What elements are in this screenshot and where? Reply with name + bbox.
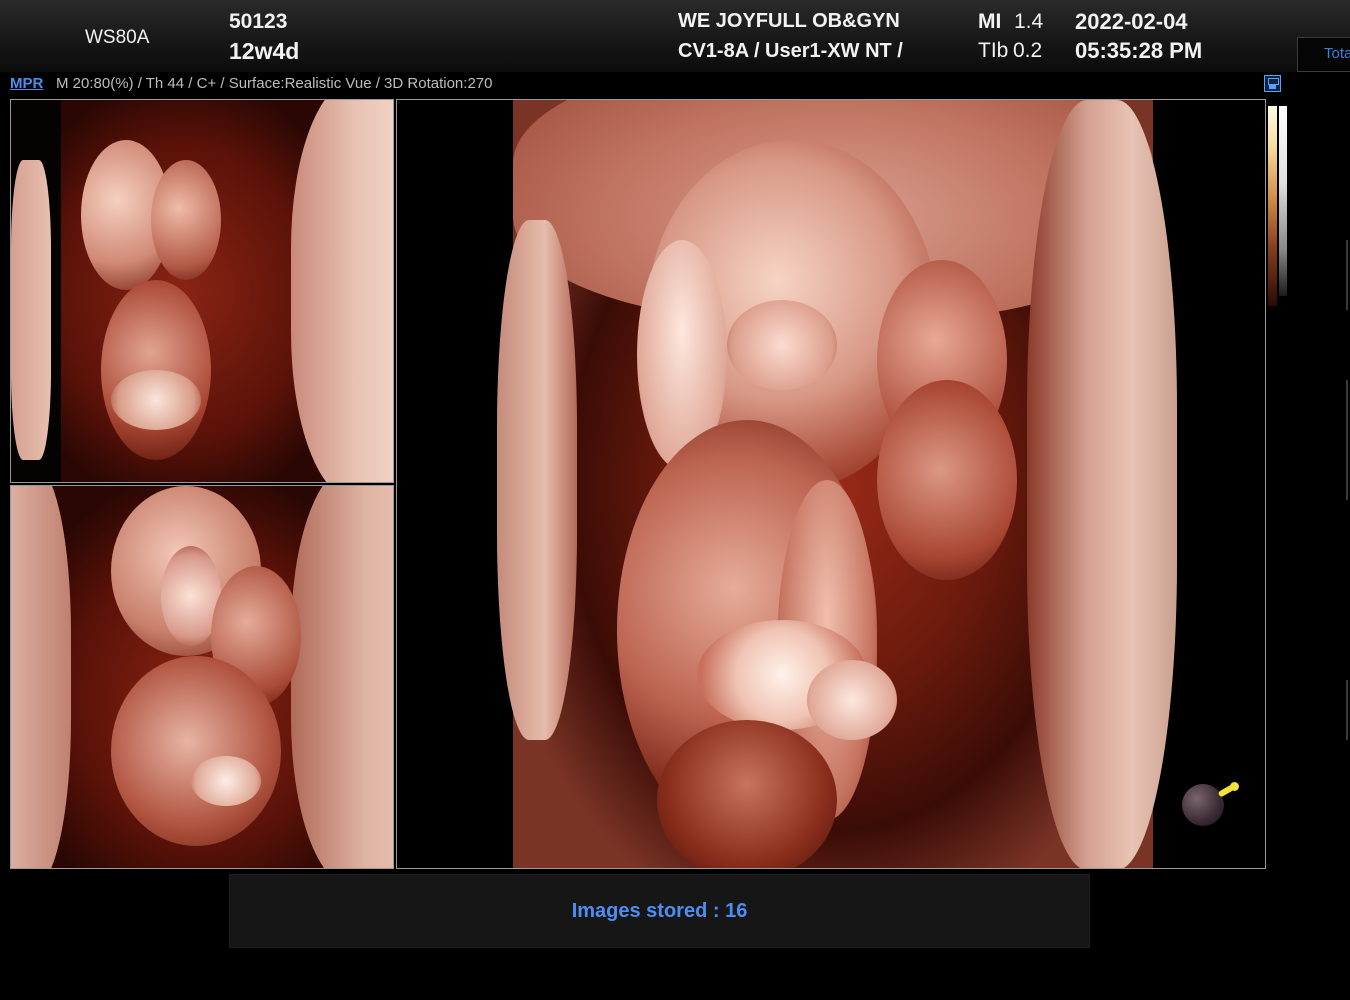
images-stored-message: Images stored : 16 <box>571 900 748 922</box>
render-params: M 20:80(%) / Th 44 / C+ / Surface:Realis… <box>56 75 493 92</box>
right-edge-scroll <box>1346 380 1348 500</box>
mpr-view-top-left[interactable] <box>10 99 394 483</box>
mpr-mode-link[interactable]: MPR <box>10 75 43 92</box>
mpr-view-bottom-left[interactable] <box>10 485 394 869</box>
probe-preset: CV1-8A / User1-XW NT / <box>678 40 903 62</box>
total-tab-label: Total <box>1324 45 1350 62</box>
device-model: WS80A <box>85 27 150 48</box>
right-edge-scroll <box>1346 680 1348 740</box>
tib-label: TIb <box>978 39 1009 62</box>
status-panel: Images stored : 16 <box>229 874 1090 948</box>
gestational-age: 12w4d <box>229 38 300 64</box>
color-scale-bar <box>1268 106 1277 306</box>
total-tab[interactable]: Total <box>1297 37 1350 72</box>
save-icon[interactable] <box>1264 75 1281 92</box>
orientation-pin-head <box>1230 782 1239 791</box>
patient-id: 50123 <box>229 10 288 33</box>
gray-scale-bar <box>1279 106 1287 296</box>
mi-label: MI <box>978 10 1002 33</box>
tib-value: 0.2 <box>1013 39 1043 62</box>
right-edge-scroll <box>1346 240 1348 310</box>
exam-time: 05:35:28 PM <box>1075 38 1203 63</box>
3d-render-view[interactable] <box>396 99 1266 869</box>
institution-name: WE JOYFULL OB&GYN <box>678 10 900 32</box>
mi-value: 1.4 <box>1014 10 1044 33</box>
exam-date: 2022-02-04 <box>1075 9 1188 34</box>
orientation-ball <box>1182 784 1224 826</box>
